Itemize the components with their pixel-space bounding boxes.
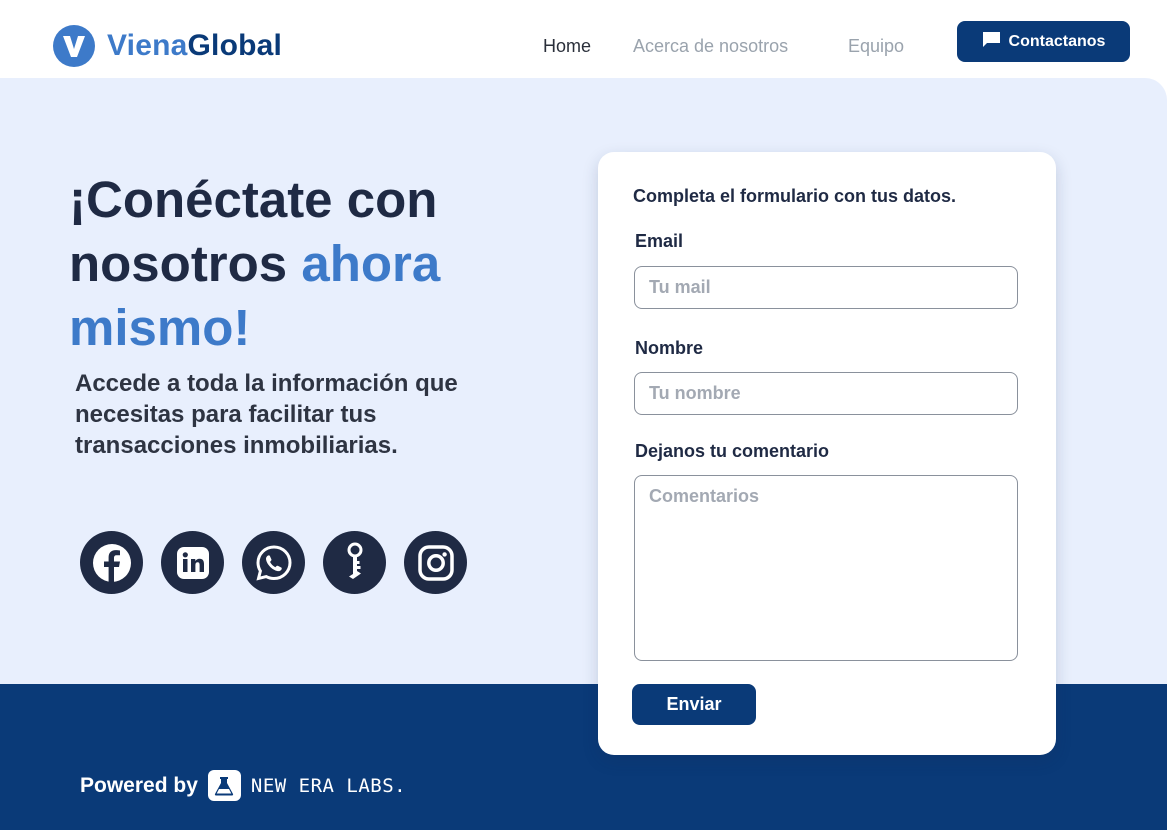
- whatsapp-icon[interactable]: [242, 531, 305, 594]
- name-field[interactable]: [634, 372, 1018, 415]
- powered-by: Powered by NEW ERA LABS.: [80, 770, 406, 801]
- v-logo-icon: [53, 25, 95, 67]
- contact-button[interactable]: Contactanos: [957, 21, 1130, 62]
- hero-headline: ¡Conéctate con nosotros ahora mismo!: [69, 168, 529, 360]
- lab-name[interactable]: NEW ERA LABS.: [251, 775, 406, 797]
- name-label: Nombre: [635, 338, 704, 358]
- keyhole-icon[interactable]: [323, 531, 386, 594]
- chat-bubble-icon: [982, 31, 1001, 53]
- submit-button[interactable]: Enviar: [632, 684, 756, 725]
- logo-text-part1: Viena: [107, 29, 188, 62]
- instagram-icon[interactable]: [404, 531, 467, 594]
- logo-text: VienaGlobal: [107, 29, 282, 63]
- nav-team-link[interactable]: Equipo: [848, 36, 904, 57]
- nav-about-link[interactable]: Acerca de nosotros: [633, 36, 788, 57]
- email-label: Email: [635, 231, 684, 251]
- contact-form-card: Completa el formulario con tus datos. Em…: [598, 152, 1056, 755]
- flask-icon: [207, 770, 241, 801]
- facebook-icon[interactable]: [80, 531, 143, 594]
- comment-label: Dejanos tu comentario: [635, 441, 830, 461]
- powered-by-label: Powered by: [80, 773, 198, 797]
- site-header: VienaGlobal Home Acerca de nosotros Equi…: [0, 0, 1167, 78]
- hero-subtext: Accede a toda la información que necesit…: [75, 370, 458, 459]
- comment-textarea[interactable]: [634, 475, 1018, 661]
- logo[interactable]: VienaGlobal: [53, 25, 282, 67]
- nav-home-link[interactable]: Home: [543, 36, 591, 57]
- logo-text-part2: Global: [187, 29, 283, 62]
- social-links: [80, 531, 467, 594]
- email-field[interactable]: [634, 266, 1018, 309]
- contact-button-label: Contactanos: [1008, 32, 1106, 50]
- form-title: Completa el formulario con tus datos.: [633, 186, 957, 206]
- linkedin-icon[interactable]: [161, 531, 224, 594]
